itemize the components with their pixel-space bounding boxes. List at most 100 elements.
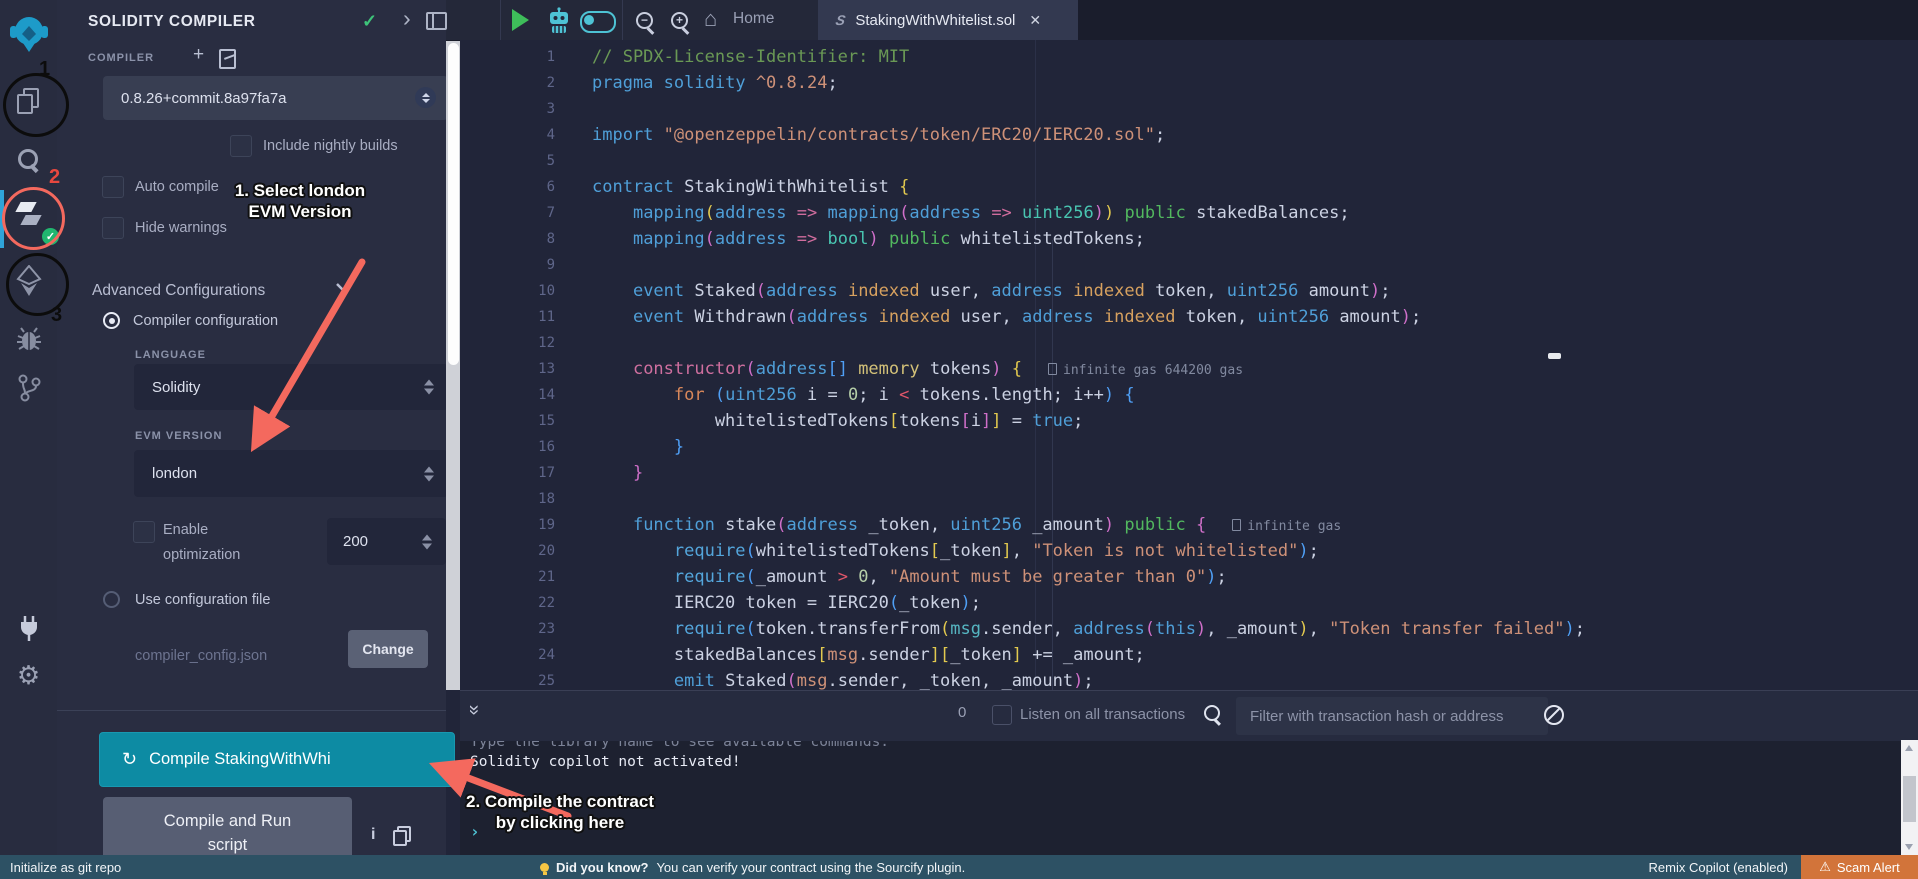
code-line: 19 function stake(address _token, uint25… [460, 512, 1918, 538]
change-config-button[interactable]: Change [348, 630, 428, 668]
enable-optimization-label-2: optimization [163, 547, 240, 563]
version-dropdown-icon[interactable] [415, 87, 436, 108]
hide-warnings-checkbox[interactable] [102, 217, 124, 239]
remix-ide-window: ✓ [0, 0, 1918, 879]
tab-stakingwithwhitelist[interactable]: S StakingWithWhitelist.sol ✕ [818, 0, 1078, 40]
code-line: 20 require(whitelistedTokens[_token], "T… [460, 538, 1918, 564]
evm-version-select[interactable]: london [134, 450, 448, 497]
terminal-prompt[interactable]: › [470, 822, 1918, 841]
editor-top-bar: › − + ⌂ Home S [446, 0, 1918, 41]
annotation-number-2: 2 [49, 166, 60, 189]
annotation-number-1: 1 [39, 58, 50, 81]
compiler-configuration-label: Compiler configuration [133, 313, 278, 329]
git-icon[interactable] [0, 374, 57, 402]
listen-transactions-label: Listen on all transactions [1020, 706, 1185, 723]
home-tab-label[interactable]: Home [733, 10, 774, 28]
copy-icon[interactable] [393, 826, 409, 844]
tab-label: StakingWithWhitelist.sol [855, 12, 1015, 29]
code-line: 3 [460, 96, 1918, 122]
terminal-scrollbar-thumb[interactable] [1903, 776, 1916, 822]
optimization-runs-input[interactable]: 200 [327, 518, 446, 565]
editor-scroll-handle[interactable] [1548, 353, 1561, 359]
code-line: 9 [460, 252, 1918, 278]
code-line: 11 event Withdrawn(address indexed user,… [460, 304, 1918, 330]
tab-strip: S StakingWithWhitelist.sol ✕ [818, 0, 1918, 40]
evm-version-label: EVM VERSION [135, 430, 222, 442]
panel-divider [57, 710, 446, 711]
code-line: 13 constructor(address[] memory tokens) … [460, 356, 1918, 382]
solidity-compiler-panel: SOLIDITY COMPILER COMPILER + 0.8.26+comm… [57, 0, 446, 855]
compile-button[interactable]: ↻ Compile StakingWithWhi [99, 732, 455, 787]
lightbulb-icon [540, 863, 549, 872]
auto-compile-checkbox[interactable] [102, 176, 124, 198]
annotation-circle-2 [2, 187, 65, 250]
enable-optimization-checkbox[interactable] [133, 521, 155, 543]
zoom-in-icon[interactable]: + [671, 12, 688, 29]
run-script-play-icon[interactable] [512, 9, 529, 31]
warning-icon: ⚠ [1819, 859, 1831, 875]
code-line: 23 require(token.transferFrom(msg.sender… [460, 616, 1918, 642]
panel-layout-icon[interactable] [426, 12, 447, 30]
gas-estimate: infinite gas 644200 gas [1048, 363, 1243, 378]
copilot-toggle[interactable] [580, 11, 616, 33]
ai-copilot-robot-icon[interactable] [546, 7, 572, 39]
advanced-configurations-header[interactable]: Advanced Configurations [92, 282, 265, 300]
terminal: » 0 Listen on all transactions Type the … [460, 690, 1918, 855]
remix-logo-icon [8, 14, 50, 54]
compile-button-label: Compile StakingWithWhi [149, 750, 331, 769]
debugger-icon[interactable] [0, 326, 57, 352]
language-label: LANGUAGE [135, 349, 206, 361]
optimization-runs-value: 200 [343, 533, 368, 550]
code-line: 7 mapping(address => mapping(address => … [460, 200, 1918, 226]
code-editor[interactable]: 1// SPDX-License-Identifier: MIT2pragma … [460, 40, 1918, 690]
status-bar: Initialize as git repo Did you know? You… [0, 855, 1918, 879]
evm-version-value: london [152, 465, 197, 482]
fuel-pump-icon [1048, 363, 1057, 375]
code-line: 6contract StakingWithWhitelist { [460, 174, 1918, 200]
panel-scrollbar[interactable] [446, 40, 460, 690]
close-tab-icon[interactable]: ✕ [1029, 12, 1041, 29]
use-configuration-file-radio[interactable] [103, 591, 120, 608]
compiler-version-select[interactable]: 0.8.26+commit.8a97fa7a [103, 76, 448, 120]
include-nightly-checkbox[interactable] [230, 135, 252, 157]
transaction-filter-input[interactable] [1236, 697, 1548, 735]
terminal-scrollbar[interactable] [1901, 740, 1918, 855]
settings-gear-icon[interactable]: ⚙ [0, 660, 57, 691]
compiler-section-label: COMPILER [88, 52, 154, 64]
code-line: 14 for (uint256 i = 0; i < tokens.length… [460, 382, 1918, 408]
code-line: 1// SPDX-License-Identifier: MIT [460, 44, 1918, 70]
scam-alert-button[interactable]: ⚠ Scam Alert [1801, 855, 1918, 879]
git-init-status[interactable]: Initialize as git repo [10, 860, 121, 875]
code-line: 2pragma solidity ^0.8.24; [460, 70, 1918, 96]
code-line: 4import "@openzeppelin/contracts/token/E… [460, 122, 1918, 148]
expand-terminal-icon[interactable]: » [462, 705, 484, 716]
info-icon[interactable]: i [371, 826, 375, 844]
code-line: 17 } [460, 460, 1918, 486]
home-icon[interactable]: ⌂ [704, 6, 717, 32]
enable-optimization-label-1: Enable [163, 522, 208, 538]
compiler-configuration-radio[interactable] [103, 312, 120, 329]
language-select[interactable]: Solidity [134, 364, 448, 410]
auto-compile-label: Auto compile [135, 179, 219, 195]
zoom-out-icon[interactable]: − [636, 12, 653, 29]
annotation-circle-1 [3, 73, 69, 137]
chevron-down-icon[interactable] [335, 280, 351, 298]
plugin-manager-icon[interactable] [0, 614, 57, 642]
add-compiler-icon[interactable]: + [193, 44, 204, 66]
clear-console-icon[interactable] [1544, 705, 1564, 725]
panel-scrollbar-thumb[interactable] [448, 43, 459, 365]
open-file-icon[interactable] [219, 49, 236, 69]
language-value: Solidity [152, 379, 200, 396]
listen-transactions-checkbox[interactable] [992, 705, 1012, 725]
remix-logo-icon[interactable] [0, 14, 57, 54]
annotation-note-2: 2. Compile the contract by clicking here [452, 791, 668, 833]
code-line: 18 [460, 486, 1918, 512]
copilot-status[interactable]: Remix Copilot (enabled) [1649, 860, 1788, 875]
search-terminal-icon[interactable] [1204, 705, 1220, 721]
compiler-version-value: 0.8.26+commit.8a97fa7a [121, 90, 287, 107]
annotation-number-3: 3 [51, 304, 62, 327]
terminal-toolbar: » 0 Listen on all transactions [460, 690, 1918, 741]
compile-run-label-2: script [103, 833, 352, 857]
include-nightly-label: Include nightly builds [263, 138, 398, 154]
panel-collapse-chevron-icon[interactable]: › [403, 5, 411, 32]
